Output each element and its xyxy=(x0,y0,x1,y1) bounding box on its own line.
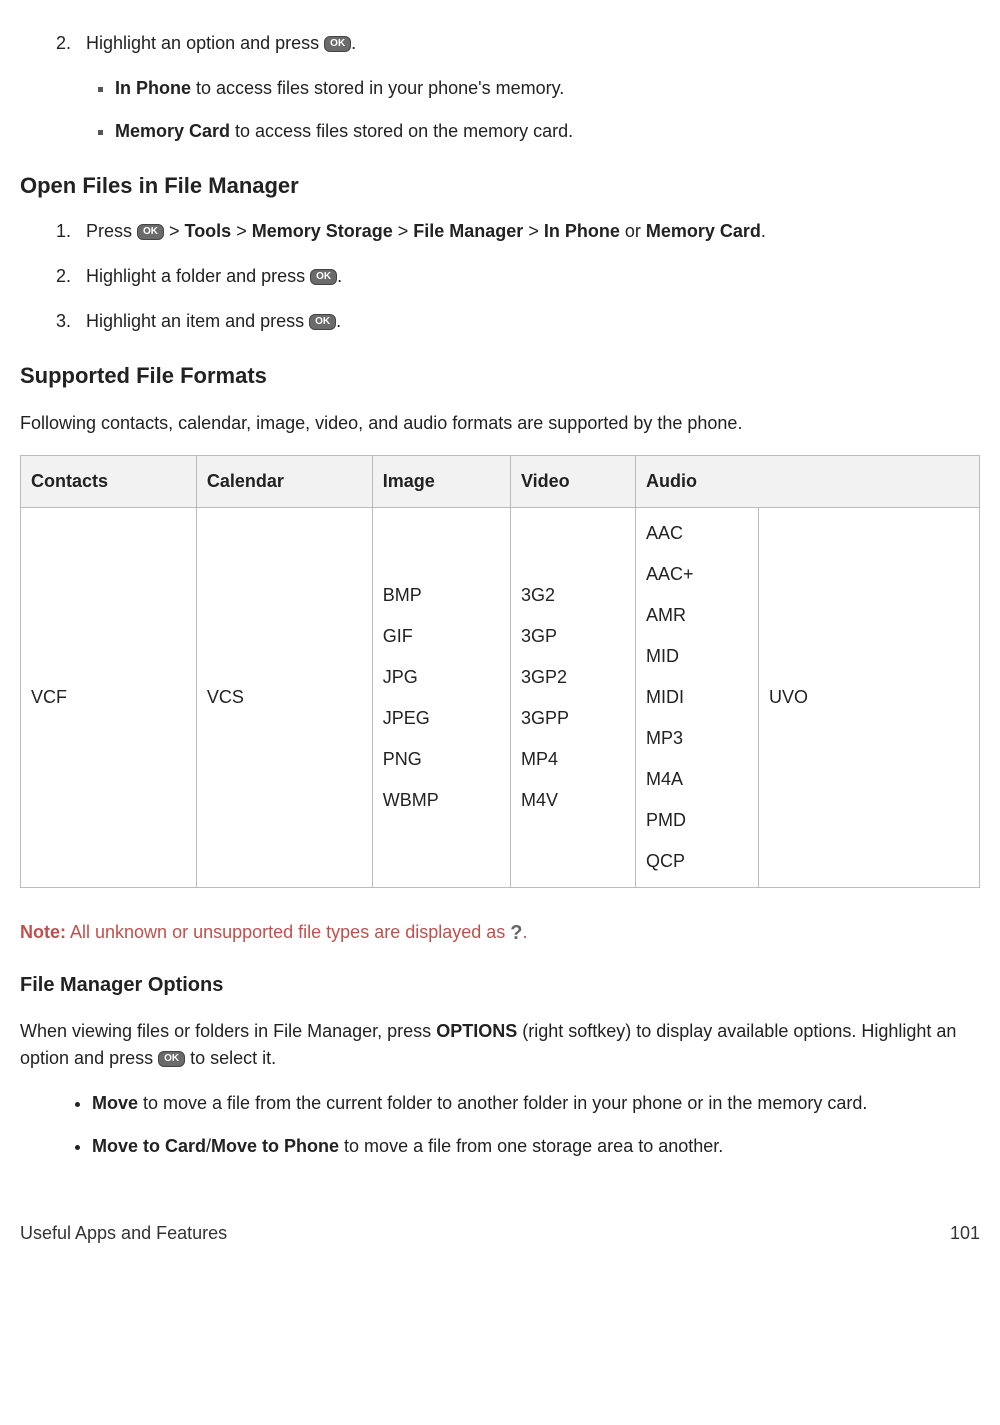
td-video: 3G2 3GP 3GP2 3GPP MP4 M4V xyxy=(510,508,635,888)
formats-intro: Following contacts, calendar, image, vid… xyxy=(20,410,980,437)
item-bold: In Phone xyxy=(115,78,191,98)
formats-table: Contacts Calendar Image Video Audio VCF … xyxy=(20,455,980,888)
td-calendar: VCS xyxy=(196,508,372,888)
list-item: Memory Card to access files stored on th… xyxy=(115,118,980,145)
th-calendar: Calendar xyxy=(196,456,372,508)
intro-step-2: Highlight an option and press OK. xyxy=(76,30,980,57)
intro-step-list: Highlight an option and press OK. xyxy=(20,30,980,57)
ok-icon: OK xyxy=(324,36,351,52)
th-video: Video xyxy=(510,456,635,508)
footer-left: Useful Apps and Features xyxy=(20,1220,227,1247)
ok-icon: OK xyxy=(158,1051,185,1067)
options-list: Move to move a file from the current fol… xyxy=(20,1090,980,1160)
step-text: Highlight an option and press xyxy=(86,33,324,53)
item-rest: to access files stored on the memory car… xyxy=(230,121,573,141)
list-item: Move to Card/Move to Phone to move a fil… xyxy=(92,1133,980,1160)
item-bold: Memory Card xyxy=(115,121,230,141)
heading-open-files: Open Files in File Manager xyxy=(20,169,980,202)
note-label: Note: xyxy=(20,922,66,942)
step-text-end: . xyxy=(351,33,356,53)
footer-page-number: 101 xyxy=(950,1220,980,1247)
step-2: Highlight a folder and press OK. xyxy=(76,263,980,290)
note-text: All unknown or unsupported file types ar… xyxy=(66,922,510,942)
th-contacts: Contacts xyxy=(21,456,197,508)
open-files-steps: Press OK > Tools > Memory Storage > File… xyxy=(20,218,980,335)
td-audio2: UVO xyxy=(759,508,980,888)
list-item: Move to move a file from the current fol… xyxy=(92,1090,980,1117)
page-footer: Useful Apps and Features 101 xyxy=(20,1220,980,1247)
th-image: Image xyxy=(372,456,510,508)
heading-formats: Supported File Formats xyxy=(20,359,980,392)
ok-icon: OK xyxy=(310,269,337,285)
step-1: Press OK > Tools > Memory Storage > File… xyxy=(76,218,980,245)
ok-icon: OK xyxy=(309,314,336,330)
ok-icon: OK xyxy=(137,224,164,240)
options-intro: When viewing files or folders in File Ma… xyxy=(20,1018,980,1072)
list-item: In Phone to access files stored in your … xyxy=(115,75,980,102)
th-audio: Audio xyxy=(636,456,980,508)
heading-options: File Manager Options xyxy=(20,970,980,1000)
td-audio1: AAC AAC+ AMR MID MIDI MP3 M4A PMD QCP xyxy=(636,508,759,888)
intro-sublist: In Phone to access files stored in your … xyxy=(20,75,980,145)
item-rest: to access files stored in your phone's m… xyxy=(191,78,564,98)
td-contacts: VCF xyxy=(21,508,197,888)
note-line: Note: All unknown or unsupported file ty… xyxy=(20,918,980,948)
td-image: BMP GIF JPG JPEG PNG WBMP xyxy=(372,508,510,888)
step-3: Highlight an item and press OK. xyxy=(76,308,980,335)
question-icon: ? xyxy=(510,918,522,948)
